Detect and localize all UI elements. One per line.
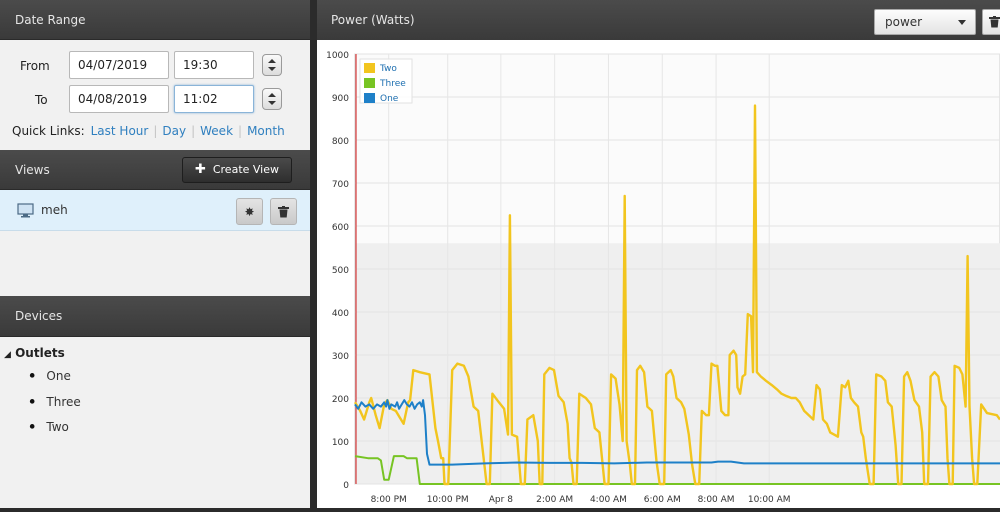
gear-icon: ✸ — [244, 204, 255, 219]
x-tick-label: 2:00 AM — [536, 495, 573, 505]
chart-svg: 0 100 200 300 400 500 600 700 800 900 1000 8:00 PM 1… — [326, 51, 1000, 505]
tree-group-outlets[interactable]: ◢ Outlets — [4, 346, 65, 360]
y-tick-label: 400 — [332, 309, 349, 319]
x-tick-label: 4:00 AM — [590, 495, 627, 505]
devices-header: Devices — [0, 296, 310, 337]
views-title: Views — [15, 163, 50, 177]
create-view-button[interactable]: ✚ Create View — [181, 157, 292, 183]
devices-title: Devices — [15, 309, 63, 323]
trash-icon — [278, 205, 289, 217]
view-delete-button[interactable] — [270, 198, 297, 225]
to-time-input[interactable]: 11:02 — [174, 85, 254, 113]
quick-links: Quick Links: Last Hour | Day | Week | Mo… — [12, 124, 285, 138]
device-item-three[interactable]: ⚫ Three — [28, 395, 81, 409]
metric-select-value: power — [885, 15, 923, 29]
device-item-label: One — [46, 369, 71, 383]
view-item-name: meh — [41, 203, 68, 217]
plug-icon: ⚫ — [28, 370, 37, 382]
device-item-two[interactable]: ⚫ Two — [28, 420, 69, 434]
device-item-one[interactable]: ⚫ One — [28, 369, 71, 383]
x-tick-label: 8:00 PM — [371, 495, 407, 505]
separator: | — [191, 124, 196, 138]
quick-link-day[interactable]: Day — [162, 124, 186, 138]
view-item[interactable]: meh ✸ — [0, 190, 310, 231]
separator: | — [238, 124, 243, 138]
monitor-icon — [17, 203, 34, 218]
stepper-down-icon[interactable] — [268, 67, 276, 71]
y-tick-label: 1000 — [326, 51, 349, 61]
y-tick-label: 300 — [332, 352, 349, 362]
power-chart: 0 100 200 300 400 500 600 700 800 900 1000 8:00 PM 1… — [317, 40, 1000, 508]
legend-swatch-two — [364, 63, 375, 73]
y-tick-label: 500 — [332, 266, 349, 276]
plug-icon: ⚫ — [28, 396, 37, 408]
stepper-up-icon[interactable] — [268, 93, 276, 97]
collapse-triangle-icon[interactable]: ◢ — [4, 350, 11, 360]
x-tick-label: 8:00 AM — [698, 495, 735, 505]
to-date-input[interactable]: 04/08/2019 — [69, 85, 169, 113]
to-time-stepper[interactable] — [262, 88, 282, 110]
y-tick-label: 0 — [343, 481, 349, 491]
device-item-label: Three — [46, 395, 81, 409]
legend-label-one: One — [380, 94, 399, 104]
from-label: From — [20, 59, 50, 73]
y-tick-label: 800 — [332, 137, 349, 147]
tree-group-label: Outlets — [15, 346, 65, 360]
quick-link-month[interactable]: Month — [247, 124, 285, 138]
sidebar: Date Range From 04/07/2019 19:30 To 04/0… — [0, 0, 310, 508]
from-time-stepper[interactable] — [262, 54, 282, 76]
y-tick-label: 900 — [332, 94, 349, 104]
date-range-header: Date Range — [0, 0, 310, 40]
legend-label-three: Three — [379, 79, 406, 89]
stepper-down-icon[interactable] — [268, 101, 276, 105]
quick-link-week[interactable]: Week — [200, 124, 233, 138]
quick-link-last-hour[interactable]: Last Hour — [91, 124, 149, 138]
chart-title: Power (Watts) — [331, 13, 415, 27]
from-date-input[interactable]: 04/07/2019 — [69, 51, 169, 79]
y-tick-label: 200 — [332, 395, 349, 405]
plug-icon: ⚫ — [28, 421, 37, 433]
y-tick-label: 700 — [332, 180, 349, 190]
delete-chart-button[interactable] — [982, 9, 1000, 35]
trash-icon — [989, 16, 1000, 28]
view-settings-button[interactable]: ✸ — [236, 198, 263, 225]
from-time-input[interactable]: 19:30 — [174, 51, 254, 79]
y-tick-label: 100 — [332, 438, 349, 448]
to-label: To — [35, 93, 48, 107]
device-item-label: Two — [46, 420, 69, 434]
legend-swatch-one — [364, 93, 375, 103]
create-view-label: Create View — [212, 163, 279, 176]
x-tick-label: Apr 8 — [489, 495, 513, 505]
chevron-down-icon — [958, 20, 966, 25]
legend-swatch-three — [364, 78, 375, 88]
main-panel: Power (Watts) power 0 100 200 300 400 500 600 7… — [317, 0, 1000, 508]
date-range-title: Date Range — [15, 13, 86, 27]
stepper-up-icon[interactable] — [268, 59, 276, 63]
plus-icon: ✚ — [194, 162, 206, 177]
x-tick-label: 10:00 AM — [748, 495, 791, 505]
legend-label-two: Two — [379, 64, 397, 74]
y-tick-label: 600 — [332, 223, 349, 233]
x-tick-label: 10:00 PM — [427, 495, 469, 505]
separator: | — [153, 124, 158, 138]
views-header: Views ✚ Create View — [0, 150, 310, 190]
quick-links-label: Quick Links: — [12, 124, 85, 138]
x-tick-label: 6:00 AM — [644, 495, 681, 505]
metric-select[interactable]: power — [874, 9, 976, 35]
